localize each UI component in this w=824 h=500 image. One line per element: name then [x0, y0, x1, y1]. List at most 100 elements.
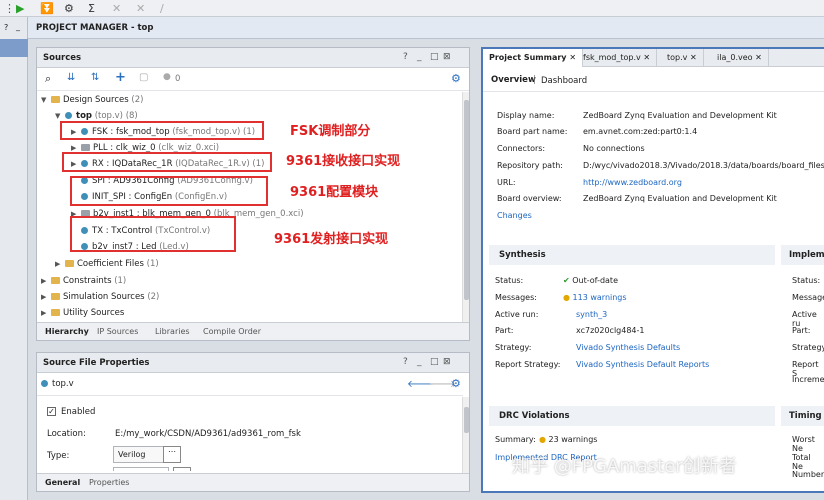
synth-report-strategy-link[interactable]: Vivado Synthesis Default Reports — [576, 360, 709, 369]
minimize-icon[interactable]: _ — [16, 22, 20, 31]
project-manager-title: PROJECT MANAGER - top — [36, 23, 154, 33]
sources-scrollbar[interactable] — [462, 92, 469, 322]
properties-scrollbar[interactable] — [462, 397, 469, 473]
location-label: Location: — [47, 429, 86, 439]
subtab-dashboard[interactable]: Dashboard — [541, 76, 587, 86]
tab-properties[interactable]: Properties — [89, 478, 129, 487]
sigma-icon[interactable]: Σ — [88, 2, 95, 15]
chevron-right-icon[interactable]: ▶ — [71, 144, 81, 152]
next-button-partial — [173, 467, 191, 471]
annotation-box-fsk — [60, 121, 264, 140]
tab-ip-sources[interactable]: IP Sources — [97, 327, 138, 336]
tree-constraints[interactable]: ▶ Constraints (1) — [41, 276, 126, 286]
tab-project-summary[interactable]: Project Summary ✕ — [483, 49, 584, 67]
menu-icon[interactable]: ⋮ — [4, 2, 15, 15]
close-icon[interactable]: ✕ — [755, 53, 762, 62]
info-board-part-label: Board part name: — [497, 127, 568, 136]
chevron-right-icon[interactable]: ▶ — [41, 293, 51, 301]
synthesis-header: Synthesis — [489, 245, 775, 265]
timing-number-label: Number — [792, 470, 824, 479]
project-manager-header: PROJECT MANAGER - top — [28, 17, 824, 39]
tree-simulation-sources[interactable]: ▶ Simulation Sources (2) — [41, 292, 159, 302]
timing-worst-label: Worst Ne — [792, 435, 815, 453]
restore-icon[interactable]: □ — [430, 52, 439, 62]
tab-compile-order[interactable]: Compile Order — [203, 327, 261, 336]
gear-icon[interactable]: ⚙ — [451, 72, 461, 85]
tab-general[interactable]: General — [45, 478, 80, 487]
close-icon[interactable]: ⊠ — [443, 357, 451, 367]
collapse-all-icon[interactable]: ⇊ — [67, 72, 75, 83]
impl-messages-label: Message — [792, 293, 824, 302]
subtab-overview[interactable]: Overview — [491, 75, 536, 85]
close-icon[interactable]: ✕ — [643, 53, 650, 62]
help-icon[interactable]: ? — [403, 52, 408, 62]
tree-design-sources[interactable]: ▼ Design Sources (2) — [41, 95, 143, 105]
folder-icon — [51, 309, 60, 316]
synth-part-value: xc7z020clg484-1 — [576, 326, 645, 335]
folder-icon — [51, 277, 60, 284]
search-icon[interactable]: ⌕ — [45, 72, 51, 86]
synth-active-run-link[interactable]: synth_3 — [576, 310, 607, 319]
settings-icon[interactable]: ⚙ — [64, 2, 74, 15]
project-summary-panel: Project Summary ✕ fsk_mod_top.v ✕ top.v … — [481, 47, 824, 493]
chevron-right-icon[interactable]: ▶ — [55, 260, 65, 268]
location-value: E:/my_work/CSDN/AD9361/ad9361_rom_fsk — [115, 429, 301, 439]
tab-fsk-mod-top[interactable]: fsk_mod_top.v ✕ — [577, 49, 658, 67]
tab-hierarchy[interactable]: Hierarchy — [45, 327, 89, 336]
checkmark-icon[interactable]: ✓ — [47, 407, 56, 416]
gear-icon[interactable]: ⚙ — [451, 377, 461, 390]
implementation-header: Impleme — [781, 245, 824, 265]
type-label: Type: — [47, 451, 70, 461]
chevron-down-icon[interactable]: ▼ — [41, 96, 51, 104]
enabled-checkbox[interactable]: ✓ Enabled — [47, 407, 95, 417]
expand-all-icon[interactable]: ⇅ — [91, 72, 99, 83]
scrollbar-thumb[interactable] — [464, 407, 469, 433]
tree-top[interactable]: ▼ top (top.v) (8) — [55, 111, 138, 121]
type-browse-button[interactable]: ⋯ — [163, 446, 181, 463]
timing-header: Timing — [781, 406, 824, 426]
module-icon — [41, 380, 48, 387]
close-icon[interactable]: ✕ — [690, 53, 697, 62]
close-icon[interactable]: ⊠ — [443, 52, 451, 62]
close-icon[interactable]: ✕ — [569, 53, 576, 62]
synth-messages-value: ● 113 warnings — [563, 293, 627, 302]
info-repository-value: D:/wyc/vivado2018.3/Vivado/2018.3/data/b… — [583, 161, 824, 170]
minimize-icon[interactable]: _ — [417, 52, 422, 62]
source-count: 0 — [175, 74, 181, 84]
run-icon[interactable]: ▶ — [16, 2, 24, 15]
synth-strategy-link[interactable]: Vivado Synthesis Defaults — [576, 343, 680, 352]
summary-tabbar: Project Summary ✕ fsk_mod_top.v ✕ top.v … — [483, 49, 824, 67]
disabled-tool-icon[interactable]: ✕ — [136, 2, 145, 15]
synth-report-strategy-label: Report Strategy: — [495, 360, 561, 369]
scrollbar-thumb[interactable] — [464, 100, 469, 300]
flow-navigator-selected[interactable] — [0, 39, 28, 57]
type-field[interactable]: Verilog — [113, 446, 169, 463]
tab-libraries[interactable]: Libraries — [155, 327, 190, 336]
chevron-down-icon[interactable]: ▼ — [55, 112, 65, 120]
warning-icon: ● — [539, 435, 546, 444]
tree-utility-sources[interactable]: ▶ Utility Sources — [41, 308, 124, 318]
help-icon[interactable]: ? — [403, 357, 408, 367]
properties-file: top.v — [41, 379, 74, 389]
tab-ila-veo[interactable]: ila_0.veo ✕ — [711, 49, 769, 67]
changes-link[interactable]: Changes — [497, 211, 532, 220]
tree-coefficient-files[interactable]: ▶ Coefficient Files (1) — [55, 259, 159, 269]
chevron-right-icon[interactable]: ▶ — [41, 277, 51, 285]
restore-icon[interactable]: □ — [430, 357, 439, 367]
help-icon[interactable]: ? — [4, 23, 8, 32]
document-icon[interactable]: ▢ — [139, 72, 148, 83]
impl-incremental-label: Increme — [792, 375, 824, 384]
info-url-link[interactable]: http://www.zedboard.org — [583, 178, 682, 187]
step-icon[interactable]: ⏬ — [40, 2, 54, 15]
cross-tool-icon[interactable]: ✕ — [112, 2, 121, 15]
chevron-right-icon[interactable]: ▶ — [41, 309, 51, 317]
slash-tool-icon[interactable]: ∕ — [160, 2, 164, 15]
annotation-box-rx — [62, 152, 272, 172]
drc-summary-label: Summary: — [495, 435, 536, 444]
annotation-rx: 9361接收接口实现 — [286, 154, 401, 169]
sources-panel-header: Sources ? _ □ ⊠ — [37, 48, 469, 68]
next-field-partial — [113, 467, 169, 471]
tab-top-v[interactable]: top.v ✕ — [661, 49, 704, 67]
add-source-icon[interactable]: + — [115, 70, 126, 85]
minimize-icon[interactable]: _ — [417, 357, 422, 367]
